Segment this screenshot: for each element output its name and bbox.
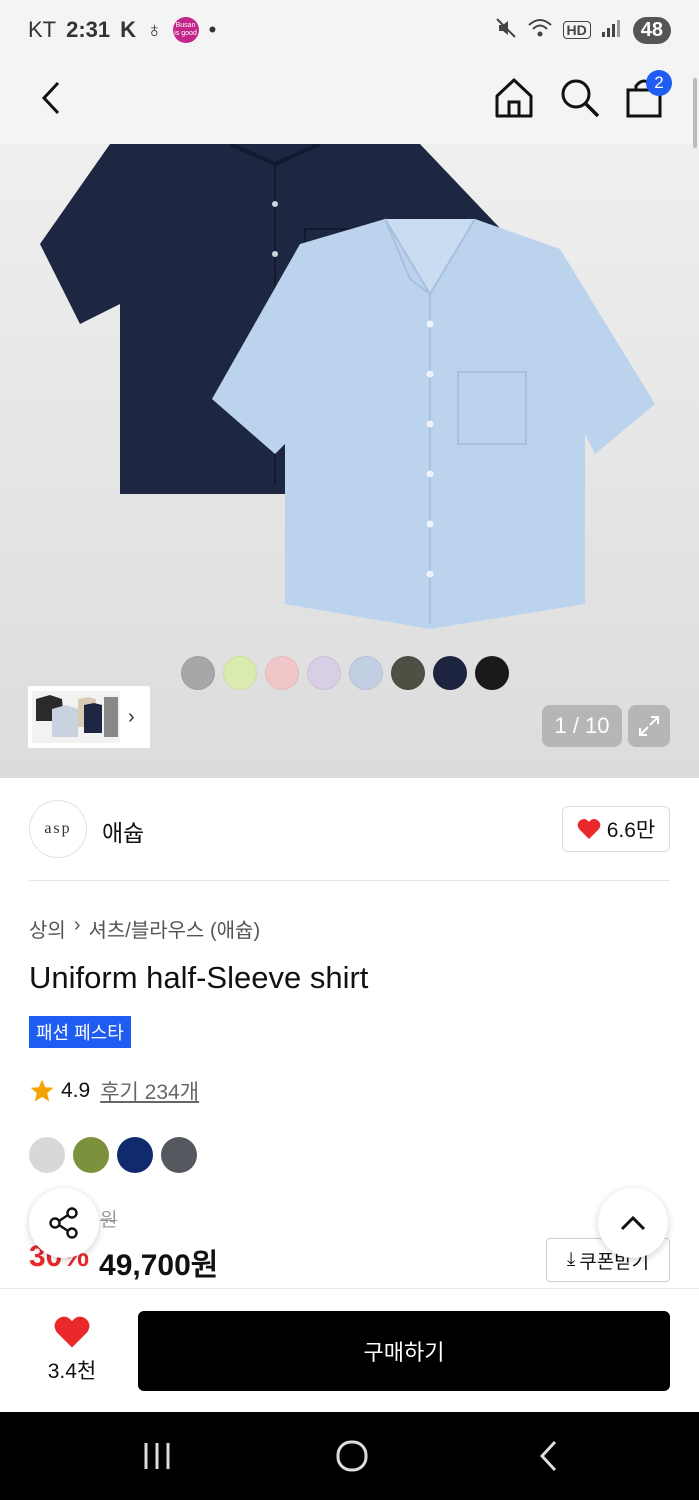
battery-indicator: 48	[632, 16, 671, 44]
system-navigation-bar	[0, 1412, 699, 1500]
recent-apps-button[interactable]	[135, 1434, 179, 1478]
scroll-to-top-button[interactable]	[598, 1188, 668, 1258]
wifi-icon	[527, 17, 553, 44]
promo-badge: 패션 페스타	[29, 1016, 131, 1048]
product-image-carousel[interactable]: › 1 / 10	[0, 144, 699, 778]
color-options	[29, 1137, 197, 1173]
breadcrumb-category[interactable]: 상의	[29, 914, 66, 943]
swatch-navy[interactable]	[433, 656, 467, 690]
hd-icon: HD	[562, 21, 591, 39]
dot-icon: •	[208, 17, 217, 42]
status-left: KT 2:31 K ♁ Busan is good •	[28, 17, 216, 43]
image-color-swatches	[181, 656, 509, 690]
bottom-action-bar: 3.4천 구매하기	[0, 1288, 699, 1412]
breadcrumb-subcategory[interactable]: 셔츠/블라우스 (애슙)	[88, 914, 260, 943]
brand-like-count: 6.6만	[606, 819, 656, 842]
brand-logo[interactable]: asp	[29, 800, 87, 858]
product-title: Uniform half-Sleeve shirt	[29, 960, 369, 995]
clock: 2:31	[66, 17, 111, 42]
sale-price: 49,700원	[99, 1249, 219, 1282]
swatch-black[interactable]	[475, 656, 509, 690]
expand-image-button[interactable]	[628, 705, 670, 747]
swatch-pink[interactable]	[265, 656, 299, 690]
brand-name[interactable]: 애슙	[102, 814, 144, 848]
recent-apps-icon	[144, 1443, 170, 1469]
scrollbar[interactable]	[693, 78, 697, 148]
expand-icon	[639, 716, 659, 736]
home-button[interactable]	[490, 74, 538, 122]
image-page-indicator: 1 / 10	[542, 705, 622, 747]
search-button[interactable]	[556, 74, 604, 122]
busan-badge-icon: Busan is good	[172, 17, 199, 43]
share-button[interactable]	[29, 1188, 99, 1258]
chevron-up-icon	[620, 1215, 646, 1231]
color-option-lightgray[interactable]	[29, 1137, 65, 1173]
original-price: 원	[100, 1210, 118, 1231]
notification-icon: ♁	[146, 17, 163, 42]
status-right: HD 48	[495, 16, 671, 44]
status-bar: KT 2:31 K ♁ Busan is good • HD 48	[0, 0, 699, 60]
heart-icon	[577, 819, 601, 839]
color-option-olive[interactable]	[73, 1137, 109, 1173]
swatch-lime[interactable]	[223, 656, 257, 690]
rating-row: 4.9 후기 234개	[29, 1076, 199, 1106]
mute-icon	[495, 17, 517, 44]
wishlist-count: 3.4천	[47, 1360, 97, 1383]
swatch-olive[interactable]	[391, 656, 425, 690]
heart-icon	[54, 1316, 90, 1348]
cart-button[interactable]: 2	[620, 70, 672, 122]
swatch-skyblue[interactable]	[349, 656, 383, 690]
home-system-button[interactable]	[330, 1434, 374, 1478]
cell-signal-icon	[601, 18, 623, 43]
swatch-gray[interactable]	[181, 656, 215, 690]
wishlist-button[interactable]: 3.4천	[36, 1315, 108, 1385]
chevron-left-icon	[41, 81, 60, 115]
color-option-navy[interactable]	[117, 1137, 153, 1173]
search-icon	[561, 79, 600, 118]
chevron-right-icon: ›	[128, 705, 135, 728]
brand-like-button[interactable]: 6.6만	[562, 806, 670, 852]
rating-value: 4.9	[61, 1079, 91, 1102]
review-link[interactable]: 후기 234개	[100, 1076, 199, 1106]
buy-button[interactable]: 구매하기	[138, 1311, 670, 1391]
home-icon	[495, 78, 533, 118]
chevron-right-icon: ›	[73, 914, 81, 936]
back-system-button[interactable]	[526, 1434, 570, 1478]
swatch-lavender[interactable]	[307, 656, 341, 690]
image-thumbnail-strip[interactable]: ›	[28, 686, 150, 748]
signal-kt-icon: K	[120, 17, 137, 42]
divider	[29, 880, 670, 881]
top-navigation: 2	[0, 60, 699, 144]
share-icon	[49, 1207, 78, 1239]
color-option-charcoal[interactable]	[161, 1137, 197, 1173]
star-icon	[30, 1079, 54, 1102]
back-button[interactable]	[30, 76, 74, 120]
home-circle-icon	[336, 1440, 368, 1472]
download-icon: ⤓	[566, 1249, 576, 1270]
breadcrumb: 상의 › 셔츠/블라우스 (애슙)	[29, 914, 260, 943]
thumbnail-image	[32, 691, 120, 743]
back-arrow-icon	[539, 1440, 557, 1472]
carrier-label: KT	[28, 17, 57, 42]
cart-count-badge: 2	[646, 70, 672, 96]
